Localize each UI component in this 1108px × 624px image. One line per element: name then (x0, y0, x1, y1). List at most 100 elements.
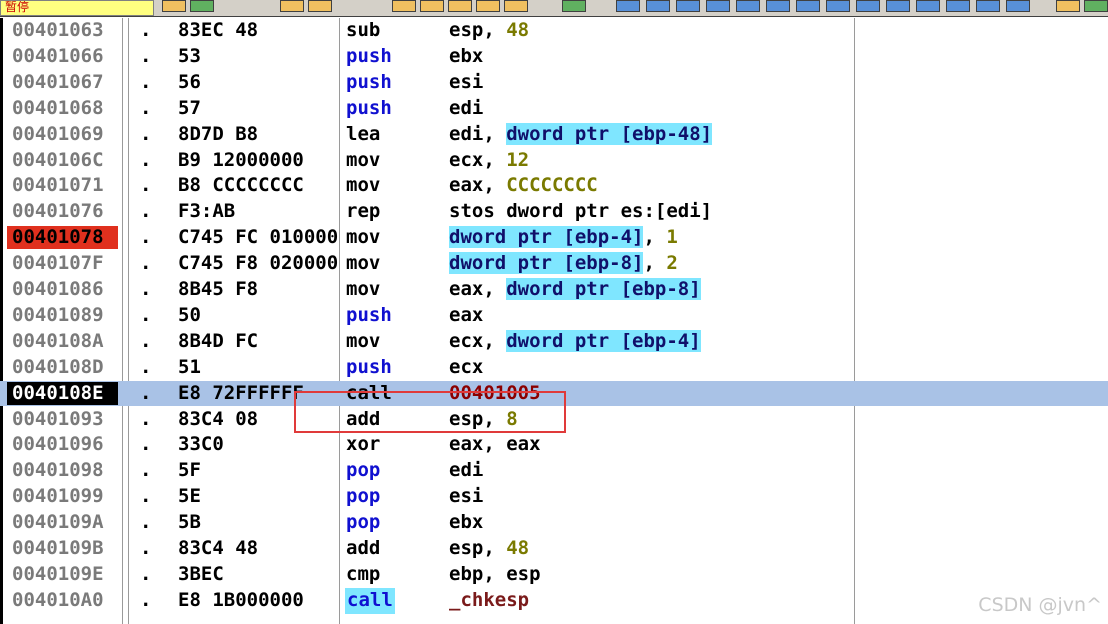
log-window-button[interactable] (616, 0, 640, 12)
hex-dump-cell[interactable]: 8D7D B8 (178, 122, 338, 148)
mnemonic-cell[interactable]: lea (346, 122, 380, 148)
disasm-row[interactable]: 0040106C. B9 12000000 mov ecx, 12 (0, 148, 1108, 174)
hex-dump-cell[interactable]: 83C4 08 (178, 407, 338, 433)
executable-modules-button[interactable] (646, 0, 670, 12)
mnemonic-cell[interactable]: mov (346, 173, 380, 199)
hex-dump-cell[interactable]: 3BEC (178, 562, 338, 588)
mnemonic-cell[interactable]: call (345, 587, 395, 614)
address-cell[interactable]: 0040106C (7, 149, 118, 172)
disasm-row[interactable]: 00401096. 33C0 xor eax, eax (0, 432, 1108, 458)
operands-cell[interactable]: edi, dword ptr [ebp-48] (449, 122, 713, 148)
operands-cell[interactable]: esi (449, 70, 483, 96)
handles-button[interactable] (766, 0, 790, 12)
address-cell[interactable]: 00401067 (7, 71, 118, 94)
mnemonic-cell[interactable]: mov (346, 148, 380, 174)
source-button[interactable] (976, 0, 1000, 12)
trace-into-button[interactable] (448, 0, 472, 12)
disasm-row[interactable]: 0040109E. 3BEC cmp ebp, esp (0, 562, 1108, 588)
disasm-row[interactable]: 0040108D. 51 push ecx (0, 355, 1108, 381)
hex-dump-cell[interactable]: E8 1B000000 (178, 588, 338, 614)
operands-cell[interactable]: dword ptr [ebp-8], 2 (449, 251, 678, 277)
step-over-button[interactable] (420, 0, 444, 12)
disasm-row[interactable]: 0040109A. 5B pop ebx (0, 510, 1108, 536)
hex-dump-cell[interactable]: 83EC 48 (178, 18, 338, 44)
disasm-row[interactable]: 00401071. B8 CCCCCCCC mov eax, CCCCCCCC (0, 173, 1108, 199)
address-cell[interactable]: 00401068 (7, 97, 118, 120)
hex-dump-cell[interactable]: 5F (178, 458, 338, 484)
operands-cell[interactable]: esi (449, 484, 483, 510)
mnemonic-cell[interactable]: mov (346, 225, 380, 251)
address-cell[interactable]: 00401098 (7, 459, 118, 482)
hex-dump-cell[interactable]: 8B4D FC (178, 329, 338, 355)
disasm-row[interactable]: 0040108E. E8 72FFFFFF call 00401005 (0, 380, 1108, 407)
disasm-row[interactable]: 0040109B. 83C4 48 add esp, 48 (0, 536, 1108, 562)
disasm-row[interactable]: 00401068. 57 push edi (0, 96, 1108, 122)
address-cell[interactable]: 004010A0 (7, 589, 118, 612)
mnemonic-cell[interactable]: add (346, 536, 380, 562)
operands-cell[interactable]: eax (449, 303, 483, 329)
mnemonic-cell[interactable]: sub (346, 18, 380, 44)
hex-dump-cell[interactable]: 51 (178, 355, 338, 381)
execute-till-return-button[interactable] (504, 0, 528, 12)
disasm-row[interactable]: 00401067. 56 push esi (0, 70, 1108, 96)
run-trace-button[interactable] (946, 0, 970, 12)
mnemonic-cell[interactable]: call (346, 381, 392, 407)
options-button[interactable] (1056, 0, 1080, 12)
hex-dump-cell[interactable]: C745 FC 01000000 (178, 225, 338, 251)
address-cell[interactable]: 0040109A (7, 511, 118, 534)
goto-button[interactable] (562, 0, 586, 12)
operands-cell[interactable]: _chkesp (449, 588, 529, 614)
operands-cell[interactable]: esp, 48 (449, 536, 529, 562)
mnemonic-cell[interactable]: pop (346, 484, 380, 510)
hex-dump-cell[interactable]: B8 CCCCCCCC (178, 173, 338, 199)
hex-dump-cell[interactable]: 5E (178, 484, 338, 510)
memory-map-button[interactable] (676, 0, 700, 12)
trace-over-button[interactable] (476, 0, 500, 12)
pause-button[interactable] (308, 0, 332, 12)
hex-dump-cell[interactable]: 57 (178, 96, 338, 122)
address-cell[interactable]: 0040109B (7, 537, 118, 560)
operands-cell[interactable]: ebp, esp (449, 562, 541, 588)
address-cell[interactable]: 0040108A (7, 330, 118, 353)
address-cell[interactable]: 00401071 (7, 174, 118, 197)
operands-cell[interactable]: eax, CCCCCCCC (449, 173, 598, 199)
address-cell[interactable]: 0040108E (7, 381, 118, 405)
step-into-button[interactable] (392, 0, 416, 12)
address-cell[interactable]: 0040108D (7, 356, 118, 379)
operands-cell[interactable]: ecx, dword ptr [ebp-4] (449, 329, 701, 355)
help-button[interactable] (1006, 0, 1030, 12)
address-cell[interactable]: 00401063 (7, 19, 118, 42)
hex-dump-cell[interactable]: 5B (178, 510, 338, 536)
disasm-row[interactable]: 00401093. 83C4 08 add esp, 8 (0, 407, 1108, 433)
hex-dump-cell[interactable]: 53 (178, 44, 338, 70)
disasm-row[interactable]: 00401099. 5E pop esi (0, 484, 1108, 510)
address-cell[interactable]: 00401086 (7, 278, 118, 301)
mnemonic-cell[interactable]: pop (346, 458, 380, 484)
address-cell[interactable]: 0040109E (7, 563, 118, 586)
disasm-row[interactable]: 00401076. F3:AB rep stos dword ptr es:[edi] (0, 199, 1108, 225)
disasm-row[interactable]: 00401089. 50 push eax (0, 303, 1108, 329)
address-cell[interactable]: 00401078 (7, 226, 118, 250)
hex-dump-cell[interactable]: B9 12000000 (178, 148, 338, 174)
address-cell[interactable]: 00401096 (7, 433, 118, 456)
mnemonic-cell[interactable]: mov (346, 251, 380, 277)
operands-cell[interactable]: ecx, 12 (449, 148, 529, 174)
disasm-row[interactable]: 0040107F. C745 F8 02000000 mov dword ptr [e… (0, 251, 1108, 277)
operands-cell[interactable]: esp, 48 (449, 18, 529, 44)
address-cell[interactable]: 00401093 (7, 408, 118, 431)
hex-dump-cell[interactable]: 56 (178, 70, 338, 96)
mnemonic-cell[interactable]: mov (346, 277, 380, 303)
disasm-row[interactable]: 00401069. 8D7D B8 lea edi, dword ptr [ebp-4… (0, 122, 1108, 148)
mnemonic-cell[interactable]: rep (346, 199, 380, 225)
disasm-row[interactable]: 00401063. 83EC 48 sub esp, 48 (0, 18, 1108, 44)
disasm-row[interactable]: 00401066. 53 push ebx (0, 44, 1108, 70)
operands-cell[interactable]: edi (449, 458, 483, 484)
windows-button[interactable] (736, 0, 760, 12)
call-stack-button[interactable] (856, 0, 880, 12)
breakpoints-button[interactable] (886, 0, 910, 12)
address-cell[interactable]: 00401076 (7, 200, 118, 223)
operands-cell[interactable]: stos dword ptr es:[edi] (449, 199, 712, 225)
operands-cell[interactable]: eax, eax (449, 432, 541, 458)
operands-cell[interactable]: dword ptr [ebp-4], 1 (449, 225, 678, 251)
hex-dump-cell[interactable]: 8B45 F8 (178, 277, 338, 303)
